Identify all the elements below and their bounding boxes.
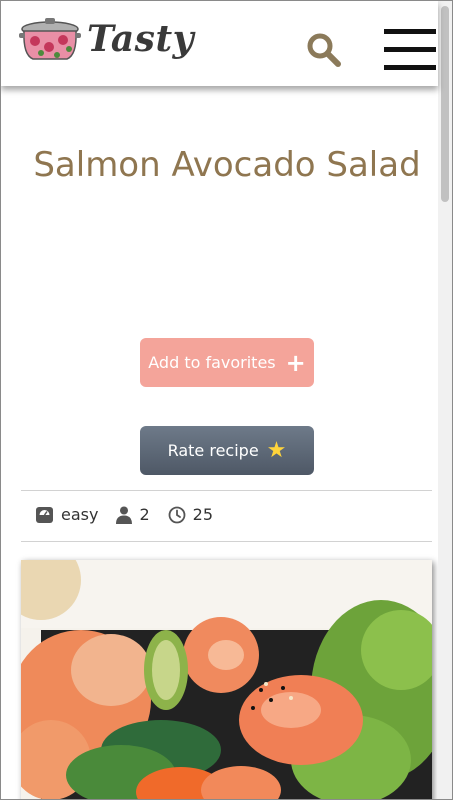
scrollbar-thumb[interactable] [441, 6, 449, 202]
add-to-favorites-button[interactable]: Add to favorites + [140, 338, 314, 387]
clock-icon [168, 506, 186, 523]
star-icon: ★ [266, 437, 287, 463]
browser-viewport: Tasty Salmon Avocado Salad Add to favori… [0, 0, 453, 800]
divider-top [21, 490, 432, 491]
favorites-label: Add to favorites [148, 353, 276, 372]
menu-bar [384, 47, 436, 52]
servings-item: 2 [116, 505, 150, 524]
pot-icon [19, 18, 81, 60]
menu-bar [384, 65, 436, 70]
time-item: 25 [168, 505, 213, 524]
search-button[interactable] [305, 31, 343, 69]
person-icon [116, 506, 133, 524]
scale-icon [36, 506, 53, 523]
recipe-meta: easy 2 25 [35, 505, 231, 524]
menu-bar [384, 29, 436, 34]
salad-illustration [21, 560, 432, 799]
rate-label: Rate recipe [167, 441, 259, 460]
recipe-title: Salmon Avocado Salad [33, 145, 421, 185]
recipe-photo [21, 560, 432, 799]
search-icon [307, 33, 341, 67]
site-header: Tasty [1, 1, 438, 86]
scrollbar[interactable] [438, 1, 452, 799]
servings-value: 2 [139, 505, 150, 524]
time-value: 25 [192, 505, 213, 524]
divider-bottom [21, 541, 432, 542]
hamburger-menu-icon[interactable] [384, 29, 436, 73]
plus-icon: + [285, 348, 306, 377]
logo[interactable]: Tasty [19, 15, 194, 63]
difficulty-item: easy [35, 505, 98, 524]
brand-name: Tasty [87, 18, 194, 60]
rate-recipe-button[interactable]: Rate recipe ★ [140, 426, 314, 475]
difficulty-value: easy [61, 505, 99, 524]
